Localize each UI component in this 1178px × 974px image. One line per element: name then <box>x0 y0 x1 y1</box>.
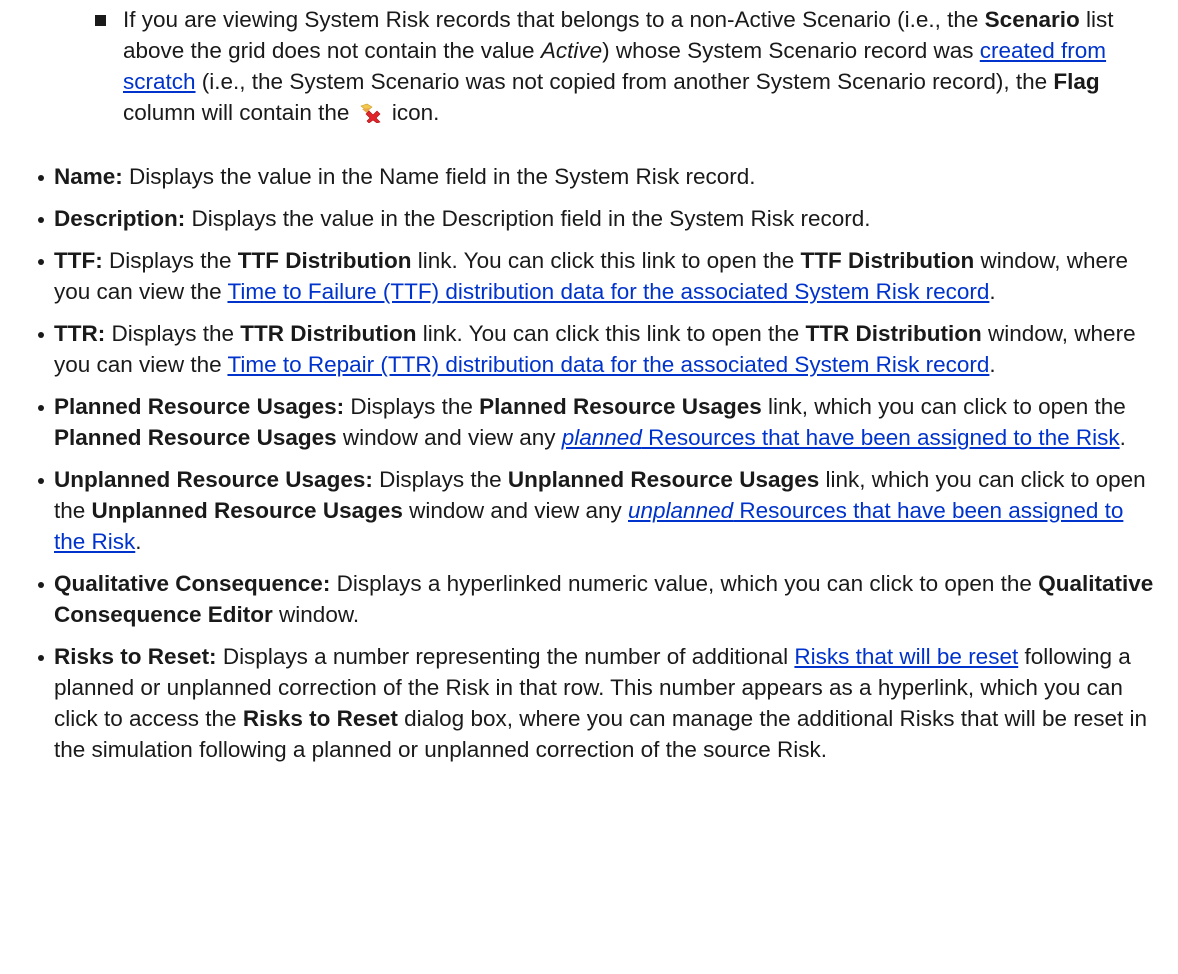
list-item-ttf: TTF: Displays the TTF Distribution link.… <box>36 245 1156 307</box>
list-item-description: Description: Displays the value in the D… <box>36 203 1156 234</box>
ttf-distribution-data-link[interactable]: Time to Failure (TTF) distribution data … <box>227 279 989 304</box>
risks-to-reset-link[interactable]: Risks that will be reset <box>794 644 1018 669</box>
list-item-planned-resource-usages: Planned Resource Usages: Displays the Pl… <box>36 391 1156 453</box>
bullet-icon <box>38 259 44 265</box>
list-item-unplanned-resource-usages: Unplanned Resource Usages: Displays the … <box>36 464 1156 557</box>
list-item-risks-to-reset: Risks to Reset: Displays a number repres… <box>36 641 1156 765</box>
sub-bullet-list: If you are viewing System Risk records t… <box>95 4 1155 128</box>
list-item-ttr: TTR: Displays the TTR Distribution link.… <box>36 318 1156 380</box>
flag-delete-icon <box>360 103 381 123</box>
bullet-icon <box>38 405 44 411</box>
list-item-qualitative-consequence: Qualitative Consequence: Displays a hype… <box>36 568 1156 630</box>
bullet-icon <box>38 655 44 661</box>
ttr-distribution-data-link[interactable]: Time to Repair (TTR) distribution data f… <box>227 352 989 377</box>
list-item-name: Name: Displays the value in the Name fie… <box>36 161 1156 192</box>
bullet-icon <box>38 217 44 223</box>
square-bullet-icon <box>95 15 106 26</box>
bullet-icon <box>38 332 44 338</box>
bullet-icon <box>38 175 44 181</box>
bullet-icon <box>38 582 44 588</box>
bullet-icon <box>38 478 44 484</box>
field-list: Name: Displays the value in the Name fie… <box>36 161 1156 776</box>
planned-resources-link[interactable]: planned Resources that have been assigne… <box>562 425 1120 450</box>
sub-bullet-item: If you are viewing System Risk records t… <box>95 4 1155 128</box>
